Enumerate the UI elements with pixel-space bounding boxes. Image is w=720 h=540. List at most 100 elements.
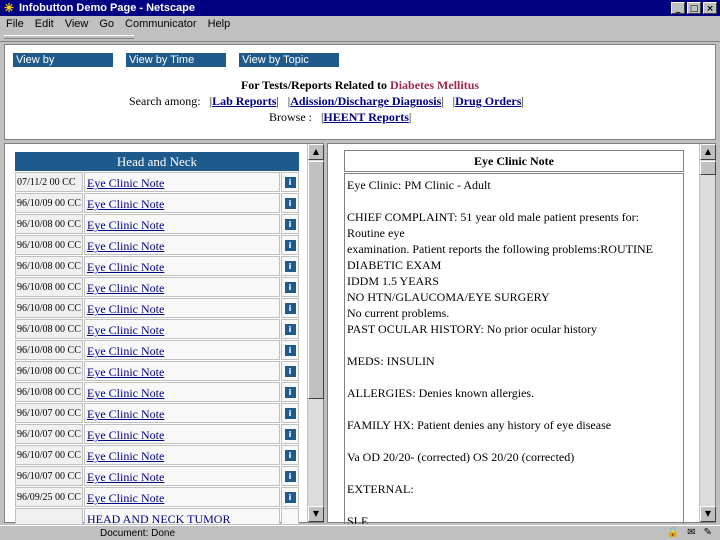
- info-icon: i: [284, 386, 296, 398]
- report-link[interactable]: Eye Clinic Note: [84, 256, 280, 276]
- info-button[interactable]: i: [281, 382, 299, 402]
- info-button[interactable]: i: [281, 256, 299, 276]
- list-item: HEAD AND NECK TUMOR: [15, 508, 299, 524]
- report-link[interactable]: Eye Clinic Note: [84, 235, 280, 255]
- top-frame: View by Department View by Time View by …: [4, 44, 716, 140]
- info-icon: i: [284, 302, 296, 314]
- info-button[interactable]: i: [281, 340, 299, 360]
- document-line: FAMILY HX: Patient denies any history of…: [347, 418, 612, 432]
- info-button[interactable]: i: [281, 319, 299, 339]
- document-line: SLE: [347, 514, 369, 524]
- report-date: [15, 508, 83, 524]
- lab-reports-link[interactable]: Lab Reports: [212, 94, 276, 108]
- info-icon: i: [284, 365, 296, 377]
- menu-view[interactable]: View: [65, 18, 89, 30]
- report-link[interactable]: Eye Clinic Note: [84, 319, 280, 339]
- search-label: Search among:: [129, 94, 201, 108]
- menu-go[interactable]: Go: [99, 18, 114, 30]
- menu-help[interactable]: Help: [208, 18, 231, 30]
- list-item: 96/10/08 00 CC Eye Clinic Note i: [15, 277, 299, 298]
- report-link[interactable]: Eye Clinic Note: [84, 340, 280, 360]
- view-by-department-button[interactable]: View by Department: [13, 53, 113, 80]
- report-link[interactable]: Eye Clinic Note: [84, 424, 280, 444]
- report-link[interactable]: Eye Clinic Note: [84, 403, 280, 423]
- list-item: 96/10/07 00 CC Eye Clinic Note i: [15, 466, 299, 487]
- document-line: PAST OCULAR HISTORY: No prior ocular his…: [347, 322, 598, 336]
- title-bar: ✳ Infobutton Demo Page - Netscape _ □ ×: [0, 0, 720, 16]
- search-among: Search among: |Lab Reports| |Adission/Di…: [129, 94, 524, 108]
- info-button[interactable]: i: [281, 361, 299, 381]
- document-line: IDDM 1.5 YEARS: [347, 274, 439, 288]
- info-button[interactable]: i: [281, 445, 299, 465]
- info-button[interactable]: i: [281, 172, 299, 192]
- scroll-thumb[interactable]: [700, 161, 716, 175]
- report-link[interactable]: Eye Clinic Note: [84, 193, 280, 213]
- scroll-down-arrow-icon[interactable]: ▼: [700, 506, 716, 522]
- document-line: Routine eye: [347, 226, 405, 240]
- menu-edit[interactable]: Edit: [35, 18, 54, 30]
- info-icon: i: [284, 281, 296, 293]
- list-item: 96/09/25 00 CC Eye Clinic Note i: [15, 487, 299, 508]
- report-link[interactable]: Eye Clinic Note: [84, 487, 280, 507]
- scroll-up-arrow-icon[interactable]: ▲: [700, 144, 716, 160]
- list-item: 96/10/08 00 CC Eye Clinic Note i: [15, 340, 299, 361]
- report-date: 96/10/08 00 CC: [15, 382, 83, 402]
- security-lock-icon[interactable]: 🔒: [667, 527, 679, 538]
- report-link[interactable]: Eye Clinic Note: [84, 445, 280, 465]
- info-icon: i: [284, 428, 296, 440]
- toolbar-grip[interactable]: [4, 35, 134, 39]
- right-scrollbar[interactable]: ▲ ▼: [699, 144, 716, 522]
- collapsed-toolbar[interactable]: [0, 32, 720, 42]
- report-date: 96/10/07 00 CC: [15, 424, 83, 444]
- document-line: EXTERNAL:: [347, 482, 414, 496]
- info-button[interactable]: i: [281, 298, 299, 318]
- scroll-thumb[interactable]: [308, 161, 324, 399]
- scroll-down-arrow-icon[interactable]: ▼: [308, 506, 324, 522]
- view-by-topic-button[interactable]: View by Topic: [239, 53, 339, 67]
- info-button[interactable]: i: [281, 193, 299, 213]
- info-button[interactable]: i: [281, 403, 299, 423]
- report-date: 07/11/2 00 CC: [15, 172, 83, 192]
- info-icon: i: [284, 323, 296, 335]
- drug-orders-link[interactable]: Drug Orders: [455, 94, 521, 108]
- scroll-up-arrow-icon[interactable]: ▲: [308, 144, 324, 160]
- heent-reports-link[interactable]: HEENT Reports: [323, 110, 408, 124]
- report-link[interactable]: Eye Clinic Note: [84, 466, 280, 486]
- report-link[interactable]: Eye Clinic Note: [84, 361, 280, 381]
- disease-name: Diabetes Mellitus: [390, 78, 480, 92]
- info-icon: i: [284, 176, 296, 188]
- menu-communicator[interactable]: Communicator: [125, 18, 197, 30]
- info-icon: i: [284, 344, 296, 356]
- close-button[interactable]: ×: [703, 2, 717, 14]
- minimize-button[interactable]: _: [671, 2, 685, 14]
- info-button[interactable]: i: [281, 277, 299, 297]
- maximize-button[interactable]: □: [687, 2, 701, 14]
- info-button[interactable]: i: [281, 487, 299, 507]
- report-link[interactable]: HEAD AND NECK TUMOR: [84, 508, 280, 524]
- info-button[interactable]: i: [281, 235, 299, 255]
- document-line: Va OD 20/20- (corrected) OS 20/20 (corre…: [347, 450, 575, 464]
- composer-icon[interactable]: ✎: [704, 527, 712, 538]
- document-line: [347, 433, 681, 449]
- admission-discharge-link[interactable]: Adission/Discharge Diagnosis: [290, 94, 441, 108]
- menu-file[interactable]: File: [6, 18, 24, 30]
- report-link[interactable]: Eye Clinic Note: [84, 172, 280, 192]
- mail-icon[interactable]: ✉: [687, 527, 695, 538]
- info-button[interactable]: i: [281, 424, 299, 444]
- document-line: CHIEF COMPLAINT: 51 year old male patien…: [347, 210, 640, 224]
- list-item: 96/10/08 00 CC Eye Clinic Note i: [15, 235, 299, 256]
- empty-cell: [281, 508, 299, 524]
- list-item: 96/10/07 00 CC Eye Clinic Note i: [15, 424, 299, 445]
- left-scrollbar[interactable]: ▲ ▼: [307, 144, 324, 522]
- document-line: [347, 497, 681, 513]
- view-by-time-button[interactable]: View by Time: [126, 53, 226, 67]
- report-link[interactable]: Eye Clinic Note: [84, 277, 280, 297]
- report-link[interactable]: Eye Clinic Note: [84, 298, 280, 318]
- info-button[interactable]: i: [281, 214, 299, 234]
- document-line: NO HTN/GLAUCOMA/EYE SURGERY: [347, 290, 550, 304]
- info-button[interactable]: i: [281, 466, 299, 486]
- report-link[interactable]: Eye Clinic Note: [84, 382, 280, 402]
- report-date: 96/10/08 00 CC: [15, 361, 83, 381]
- panel-title: Head and Neck: [15, 152, 299, 171]
- report-link[interactable]: Eye Clinic Note: [84, 214, 280, 234]
